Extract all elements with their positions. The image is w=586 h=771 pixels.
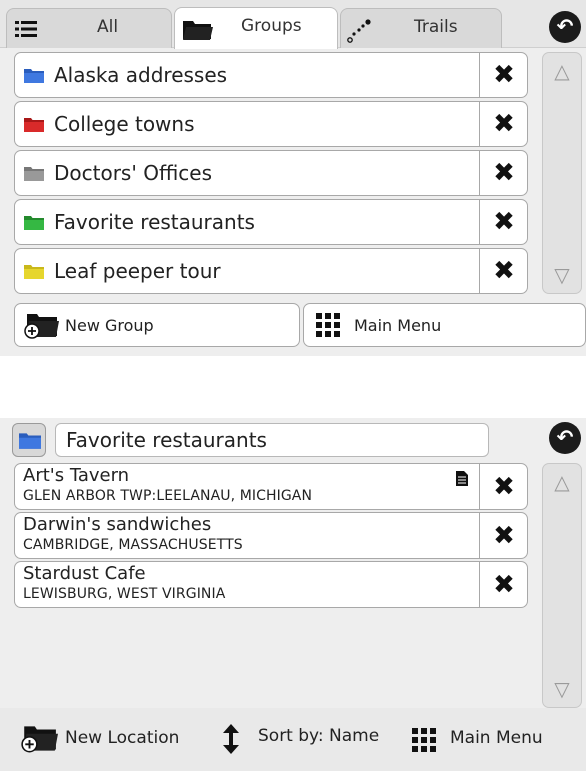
delete-icon[interactable]: ✖ — [480, 472, 528, 502]
location-row[interactable]: Stardust Cafe LEWISBURG, WEST VIRGINIA ✖ — [14, 561, 528, 608]
delete-icon[interactable]: ✖ — [480, 158, 528, 188]
group-row[interactable]: Alaska addresses ✖ — [14, 52, 528, 98]
delete-icon[interactable]: ✖ — [480, 109, 528, 139]
group-row[interactable]: Leaf peeper tour ✖ — [14, 248, 528, 294]
tab-all-label: All — [97, 17, 119, 37]
location-address: GLEN ARBOR TWP:LEELANAU, MICHIGAN — [23, 488, 313, 504]
location-name: Art's Tavern — [23, 465, 130, 486]
tab-trails[interactable]: Trails — [340, 8, 502, 48]
main-menu-label: Main Menu — [354, 316, 442, 335]
back-arrow-icon: ↶ — [556, 14, 574, 38]
locations-panel: Favorite restaurants ↶ Art's Tavern GLEN… — [0, 418, 586, 771]
sort-label: Sort by: Name — [258, 726, 380, 746]
grid-icon — [316, 313, 340, 337]
new-location-button[interactable]: New Location — [18, 708, 198, 771]
group-row[interactable]: Favorite restaurants ✖ — [14, 199, 528, 245]
back-button[interactable]: ↶ — [549, 422, 581, 454]
group-name: Alaska addresses — [54, 63, 228, 87]
sort-arrows-icon — [223, 724, 239, 754]
location-name: Darwin's sandwiches — [23, 514, 212, 535]
grid-icon — [412, 728, 436, 752]
delete-icon[interactable]: ✖ — [480, 256, 528, 286]
group-row[interactable]: College towns ✖ — [14, 101, 528, 147]
location-address: LEWISBURG, WEST VIRGINIA — [23, 586, 226, 602]
group-name: Favorite restaurants — [54, 210, 255, 234]
main-menu-button[interactable]: Main Menu — [303, 303, 586, 347]
location-name: Stardust Cafe — [23, 563, 146, 584]
group-name: College towns — [54, 112, 195, 136]
group-row[interactable]: Doctors' Offices ✖ — [14, 150, 528, 196]
new-group-label: New Group — [65, 316, 154, 335]
new-group-button[interactable]: New Group — [14, 303, 300, 347]
trail-icon — [347, 19, 371, 48]
new-location-label: New Location — [65, 728, 180, 748]
delete-icon[interactable]: ✖ — [480, 521, 528, 551]
folder-icon — [183, 19, 213, 46]
delete-icon[interactable]: ✖ — [480, 207, 528, 237]
scroll-down-icon[interactable]: ▽ — [543, 677, 581, 701]
note-icon — [456, 471, 468, 486]
new-folder-icon — [21, 726, 58, 753]
location-address: CAMBRIDGE, MASSACHUSETTS — [23, 537, 243, 553]
tab-bar: All Groups Trails ↶ — [0, 0, 586, 49]
new-folder-icon — [24, 314, 59, 339]
group-name: Doctors' Offices — [54, 161, 213, 185]
scrollbar[interactable]: △ ▽ — [542, 463, 582, 708]
folder-icon — [24, 265, 44, 279]
folder-icon — [19, 433, 41, 449]
delete-icon[interactable]: ✖ — [480, 570, 528, 600]
tab-groups-label: Groups — [241, 16, 302, 36]
back-button[interactable]: ↶ — [549, 11, 581, 43]
back-arrow-icon: ↶ — [556, 425, 574, 449]
tab-groups[interactable]: Groups — [174, 7, 338, 49]
folder-icon — [24, 69, 44, 83]
main-menu-button[interactable]: Main Menu — [412, 708, 582, 771]
location-row[interactable]: Darwin's sandwiches CAMBRIDGE, MASSACHUS… — [14, 512, 528, 559]
location-row[interactable]: Art's Tavern GLEN ARBOR TWP:LEELANAU, MI… — [14, 463, 528, 510]
scroll-up-icon[interactable]: △ — [543, 470, 581, 494]
group-name: Leaf peeper tour — [54, 259, 221, 283]
delete-icon[interactable]: ✖ — [480, 60, 528, 90]
tab-trails-label: Trails — [414, 17, 458, 37]
groups-panel: All Groups Trails ↶ Alaska addresses ✖ C… — [0, 0, 586, 356]
folder-icon — [24, 118, 44, 132]
scroll-down-icon[interactable]: ▽ — [543, 263, 581, 287]
tab-all[interactable]: All — [6, 8, 172, 48]
main-menu-label: Main Menu — [450, 728, 543, 748]
list-icon — [15, 19, 37, 44]
group-title-field[interactable]: Favorite restaurants — [55, 423, 489, 457]
folder-icon — [24, 216, 44, 230]
footer-toolbar: New Location Sort by: Name Main Menu — [0, 708, 586, 771]
scroll-up-icon[interactable]: △ — [543, 59, 581, 83]
group-folder-button[interactable] — [12, 423, 46, 457]
scrollbar[interactable]: △ ▽ — [542, 52, 582, 294]
sort-button[interactable]: Sort by: Name — [222, 708, 392, 771]
folder-icon — [24, 167, 44, 181]
